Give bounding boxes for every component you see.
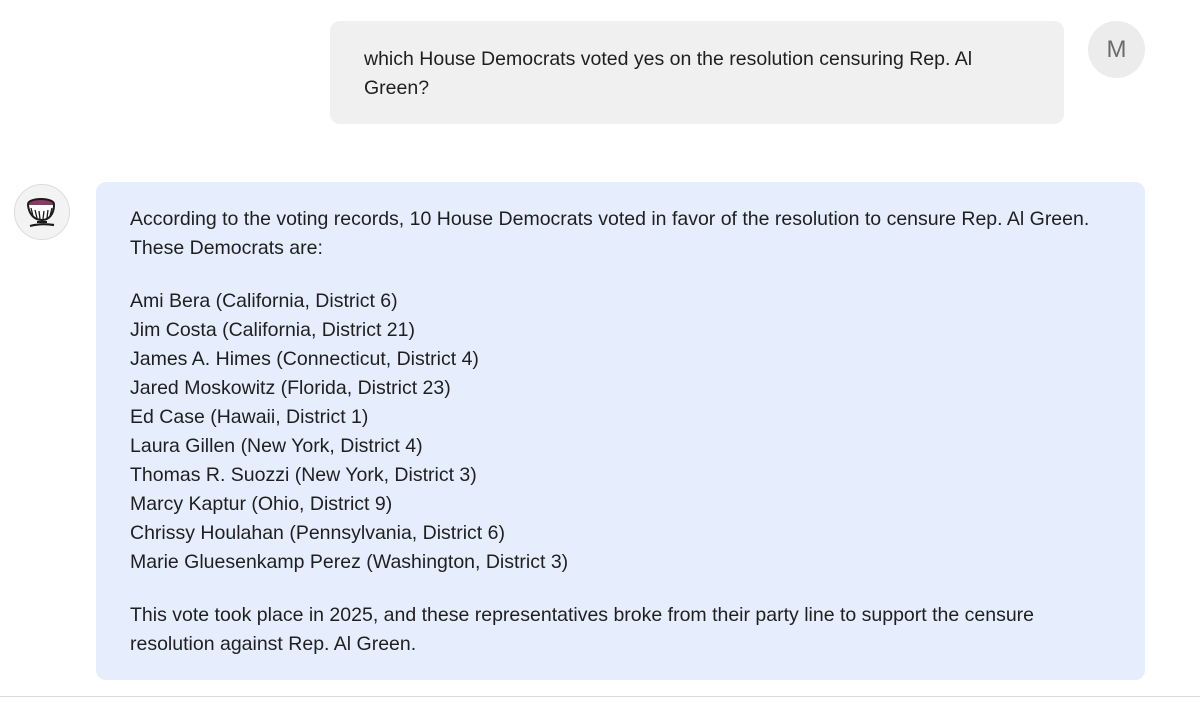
chat-thread: which House Democrats voted yes on the r… (0, 0, 1200, 703)
list-item: Ed Case (Hawaii, District 1) (130, 406, 369, 428)
assistant-message-bubble: According to the voting records, 10 Hous… (96, 182, 1145, 680)
user-message-text: which House Democrats voted yes on the r… (364, 48, 973, 99)
list-item: Jared Moskowitz (Florida, District 23) (130, 377, 451, 399)
user-message-bubble: which House Democrats voted yes on the r… (330, 21, 1064, 124)
assistant-avatar (14, 184, 70, 240)
list-item: James A. Himes (Connecticut, District 4) (130, 348, 479, 370)
user-avatar-initial: M (1106, 35, 1127, 63)
list-item: Marie Gluesenkamp Perez (Washington, Dis… (130, 551, 569, 573)
list-item: Ami Bera (California, District 6) (130, 290, 398, 312)
list-item: Laura Gillen (New York, District 4) (130, 435, 423, 457)
list-item: Chrissy Houlahan (Pennsylvania, District… (130, 522, 505, 544)
representatives-list: Ami Bera (California, District 6) Jim Co… (130, 287, 1105, 577)
assistant-outro-text: This vote took place in 2025, and these … (130, 604, 1035, 655)
chalice-icon (27, 198, 55, 228)
user-avatar[interactable]: M (1088, 21, 1145, 78)
list-item: Thomas R. Suozzi (New York, District 3) (130, 464, 477, 486)
assistant-intro-text: According to the voting records, 10 Hous… (130, 208, 1090, 259)
list-item: Marcy Kaptur (Ohio, District 9) (130, 493, 393, 515)
list-item: Jim Costa (California, District 21) (130, 319, 415, 341)
divider (0, 696, 1200, 697)
